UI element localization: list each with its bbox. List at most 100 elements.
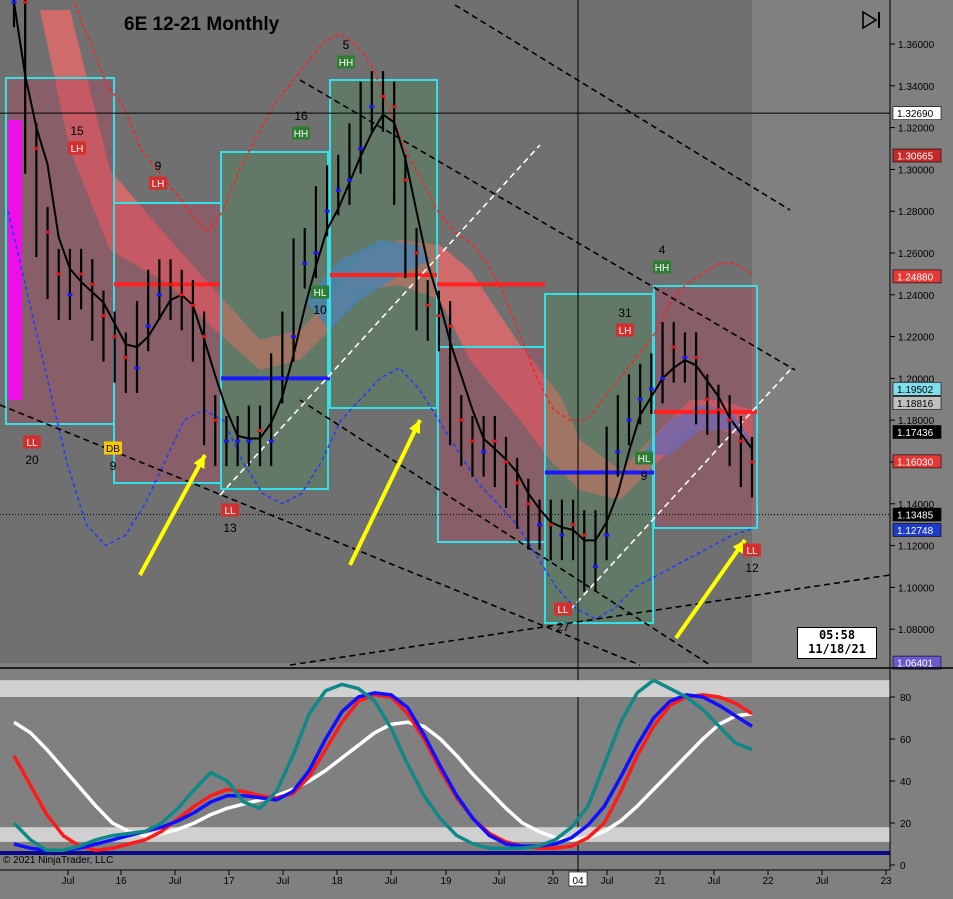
bar-tick	[22, 0, 28, 4]
swing-count: 4	[659, 243, 666, 257]
bar-tick	[201, 335, 207, 339]
time-tick-label: 21	[654, 876, 666, 887]
osc-tick-label: 80	[900, 693, 912, 704]
time-tick-label: Jul	[62, 876, 75, 887]
swing-tag-text: HH	[339, 58, 353, 69]
swing-tag-text: HL	[638, 454, 651, 465]
bar-tick	[257, 429, 263, 433]
bar-tick	[190, 303, 196, 307]
price-marker-label: 1.13485	[897, 511, 934, 522]
bar-tick	[313, 251, 319, 255]
bar-tick	[727, 418, 733, 422]
swing-tag-text: LL	[224, 506, 236, 517]
time-tick-label: Jul	[816, 876, 829, 887]
price-tick-label: 1.08000	[898, 625, 935, 636]
price-marker-label: 1.16030	[897, 457, 934, 468]
swing-tag-text: LH	[619, 326, 632, 337]
swing-count: 9	[110, 459, 117, 473]
swing-tag-text: LL	[557, 605, 569, 616]
price-marker-label: 1.30665	[897, 152, 934, 163]
bar-tick	[570, 523, 576, 527]
bar-tick	[45, 230, 51, 234]
bar-tick	[469, 439, 475, 443]
price-chart[interactable]: 0 20 40 60 80 1.36000 1.34000 1.32000 1.30000 1.…	[0, 0, 953, 894]
time-tick-label: 18	[331, 876, 343, 887]
price-tick-label: 1.34000	[898, 82, 935, 93]
clock-time: 05:58	[818, 628, 856, 642]
bar-tick	[302, 261, 308, 265]
bar-tick	[514, 481, 520, 485]
time-tick-label: Jul	[601, 876, 614, 887]
swing-tag-text: LL	[26, 438, 38, 449]
bar-tick	[503, 460, 509, 464]
play-skip-icon[interactable]	[861, 10, 883, 30]
bar-tick	[592, 565, 598, 568]
bar-tick	[436, 314, 442, 318]
swing-count: 31	[618, 306, 632, 320]
bar-tick	[324, 209, 330, 213]
bar-tick	[268, 439, 274, 443]
swing-tag-text: LH	[152, 179, 165, 190]
osc-tick-label: 40	[900, 777, 912, 788]
bar-tick	[492, 439, 498, 443]
time-tick-label: 22	[762, 876, 774, 887]
time-tick-label: Jul	[493, 876, 506, 887]
bar-tick	[637, 397, 643, 401]
swing-count: 15	[70, 124, 84, 138]
osc-tick-label: 60	[900, 735, 912, 746]
swing-tag-text: LL	[746, 546, 758, 557]
time-tick-label: 16	[115, 876, 127, 887]
swing-tag-text: HH	[294, 129, 308, 140]
bar-tick	[11, 0, 17, 4]
time-tick-label: Jul	[385, 876, 398, 887]
bar-tick	[235, 439, 241, 443]
bar-tick	[391, 105, 397, 109]
bar-tick	[559, 533, 565, 537]
price-marker-label: 1.24880	[897, 272, 934, 283]
bar-tick	[212, 418, 218, 422]
swing-tag-text: LH	[71, 144, 84, 155]
bar-tick	[246, 439, 252, 443]
price-marker-label: 1.19502	[897, 385, 934, 396]
bar-tick	[67, 293, 73, 297]
price-marker-label: 1.18816	[897, 399, 934, 410]
swing-count: 27	[556, 620, 570, 634]
time-tick-label: 20	[547, 876, 559, 887]
price-tick-label: 1.30000	[898, 165, 935, 176]
bar-tick	[145, 324, 151, 328]
bar-tick	[447, 324, 453, 328]
clock-date: 11/18/21	[808, 642, 866, 656]
swing-count: 16	[294, 109, 308, 123]
bar-tick	[56, 272, 62, 276]
swing-tag-text: HH	[655, 263, 669, 274]
bar-tick	[648, 387, 654, 391]
bar-tick	[425, 303, 431, 307]
swing-count: 13	[223, 521, 237, 535]
bar-tick	[704, 397, 710, 401]
bar-tick	[335, 188, 341, 192]
time-tick-label: Jul	[169, 876, 182, 887]
bar-tick	[346, 178, 352, 182]
price-marker-label: 1.32690	[897, 109, 934, 120]
bar-tick	[291, 335, 297, 339]
bar-tick	[168, 282, 174, 286]
bar-tick	[402, 178, 408, 182]
price-tick-label: 1.22000	[898, 333, 935, 344]
swing-count: 20	[25, 453, 39, 467]
bar-tick	[156, 293, 162, 297]
bar-tick	[100, 314, 106, 318]
bar-tick	[749, 460, 755, 464]
copyright-text: © 2021 NinjaTrader, LLC	[3, 855, 114, 866]
time-tick-label: 19	[440, 876, 452, 887]
bar-tick	[525, 502, 531, 506]
price-tick-label: 1.28000	[898, 207, 935, 218]
swing-count: 5	[343, 38, 350, 52]
bar-tick	[715, 408, 721, 412]
bar-tick	[548, 523, 554, 527]
bar-tick	[89, 282, 95, 286]
bar-tick	[693, 356, 699, 359]
price-tick-label: 1.32000	[898, 124, 935, 135]
bar-tick	[581, 533, 587, 537]
osc-tick-label: 0	[900, 861, 906, 872]
bar-tick	[626, 418, 632, 422]
